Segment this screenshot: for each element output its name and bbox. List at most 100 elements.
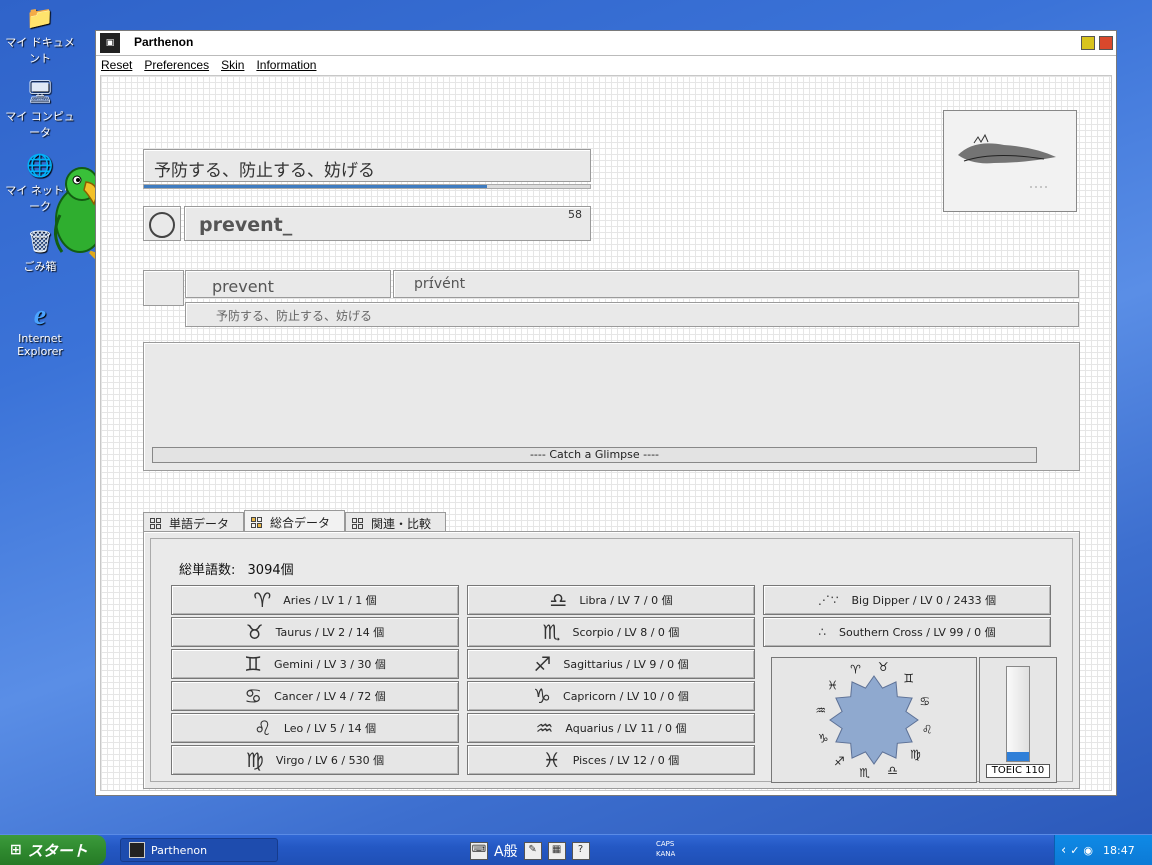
scorpio-icon: ♏ xyxy=(542,620,561,644)
title-bar[interactable]: ▣ Parthenon xyxy=(96,31,1116,56)
system-tray: ‹ ✓ ◉ 18:47 xyxy=(1054,835,1152,865)
sagittarius-icon: ♐ xyxy=(533,652,552,676)
tab-related-compare[interactable]: 関連・比較 xyxy=(345,512,447,533)
main-canvas: 予防する、防止する、妨げる prevent_ 58 prevent prɪ́vé… xyxy=(100,75,1112,791)
sketch-image-icon xyxy=(958,133,1056,188)
toeic-level-fill xyxy=(1007,751,1029,761)
toeic-meter: TOEIC 110 xyxy=(979,657,1057,783)
taskbar: ⊞ スタート Parthenon ⌨ A般 ✎ ▦ ? CAPS KANA ‹ … xyxy=(0,834,1152,865)
sign-capricorn-button[interactable]: ♑ Capricorn / LV 10 / 0 個 xyxy=(467,681,755,711)
correct-circle-icon xyxy=(149,212,175,238)
zodiac-wheel[interactable]: ♈ ♉ ♊ ♋ ♌ ♍ ♎ ♏ ♐ ♑ ♒ ♓ xyxy=(771,657,977,783)
word-image xyxy=(943,110,1077,212)
gemini-icon: ♊ xyxy=(244,652,262,676)
menu-skin[interactable]: Skin xyxy=(221,58,244,72)
taskbar-item-parthenon[interactable]: Parthenon xyxy=(120,838,278,862)
tab-word-data[interactable]: 単語データ xyxy=(143,512,245,533)
grid-icon xyxy=(352,517,364,529)
menu-preferences[interactable]: Preferences xyxy=(144,58,209,72)
sign-virgo-button[interactable]: ♍ Virgo / LV 6 / 530 個 xyxy=(171,745,459,775)
sign-aries-button[interactable]: ♈ Aries / LV 1 / 1 個 xyxy=(171,585,459,615)
keyboard-icon[interactable]: ⌨ xyxy=(470,842,488,860)
start-label: スタート xyxy=(27,841,88,860)
total-words: 総単語数: 3094個 xyxy=(179,559,294,578)
dictionary-icon[interactable]: ✎ xyxy=(523,842,542,860)
parthenon-window: ▣ Parthenon Reset Preferences Skin Infor… xyxy=(95,30,1117,796)
tab-label: 単語データ xyxy=(169,516,230,531)
question-count: 58 xyxy=(568,208,582,221)
capricorn-icon: ♑ xyxy=(533,684,552,708)
leo-icon: ♌ xyxy=(253,716,272,740)
sign-label: Southern Cross / LV 99 / 0 個 xyxy=(839,626,996,639)
answer-status xyxy=(143,206,181,241)
tab-label: 関連・比較 xyxy=(371,516,432,531)
zodiac-star-shape xyxy=(829,675,919,765)
southern-cross-button[interactable]: ∴ Southern Cross / LV 99 / 0 個 xyxy=(763,617,1051,647)
big-dipper-button[interactable]: ⋰∵ Big Dipper / LV 0 / 2433 個 xyxy=(763,585,1051,615)
wheel-sign-glyph: ♒ xyxy=(815,704,826,718)
wheel-sign-glyph: ♌ xyxy=(922,722,933,736)
answer-input[interactable]: prevent_ 58 xyxy=(184,206,591,241)
help-icon[interactable]: ? xyxy=(571,842,590,860)
minimize-button[interactable] xyxy=(1081,36,1095,50)
wheel-sign-glyph: ♐ xyxy=(834,754,845,768)
overall-data-panel: 総単語数: 3094個 ♈ Aries / LV 1 / 1 個 ♉ Tauru… xyxy=(143,531,1080,789)
tab-overall-data[interactable]: 総合データ xyxy=(244,510,346,533)
question-meaning: 予防する、防止する、妨げる xyxy=(143,149,591,182)
internet-explorer-icon: e xyxy=(33,300,47,331)
southern-cross-icon: ∴ xyxy=(818,625,828,639)
data-tabs: 単語データ 総合データ 関連・比較 xyxy=(143,510,447,533)
caps-kana-indicator: CAPS KANA xyxy=(656,839,675,859)
app-icon xyxy=(129,842,145,858)
total-words-value: 3094個 xyxy=(247,563,294,578)
aries-icon: ♈ xyxy=(253,588,272,612)
catch-a-glimpse-button[interactable]: ---- Catch a Glimpse ---- xyxy=(152,447,1037,463)
desktop-icon-my-computer[interactable]: 🖥 マイ コンピュータ xyxy=(0,78,80,140)
desktop-icon-internet-explorer[interactable]: e Internet Explorer xyxy=(0,300,80,358)
sign-sagittarius-button[interactable]: ♐ Sagittarius / LV 9 / 0 個 xyxy=(467,649,755,679)
sign-pisces-button[interactable]: ♓ Pisces / LV 12 / 0 個 xyxy=(467,745,755,775)
tray-app-icon[interactable]: ✓ xyxy=(1070,844,1079,857)
pad-icon[interactable]: ▦ xyxy=(547,842,566,860)
sign-cancer-button[interactable]: ♋ Cancer / LV 4 / 72 個 xyxy=(171,681,459,711)
wheel-sign-glyph: ♏ xyxy=(859,766,870,780)
sign-label: Libra / LV 7 / 0 個 xyxy=(579,594,673,607)
app-icon[interactable]: ▣ xyxy=(100,33,120,53)
tab-label: 総合データ xyxy=(270,515,331,530)
ime-toolbar: ⌨ A般 ✎ ▦ ? xyxy=(470,841,590,861)
sign-label: Pisces / LV 12 / 0 個 xyxy=(572,754,680,767)
sign-label: Capricorn / LV 10 / 0 個 xyxy=(563,690,689,703)
wheel-sign-glyph: ♋ xyxy=(919,695,930,709)
clock: 18:47 xyxy=(1103,843,1135,857)
sign-libra-button[interactable]: ♎ Libra / LV 7 / 0 個 xyxy=(467,585,755,615)
menu-reset[interactable]: Reset xyxy=(101,58,132,72)
wheel-sign-glyph: ♓ xyxy=(827,678,838,692)
wheel-sign-glyph: ♉ xyxy=(878,660,889,674)
sign-leo-button[interactable]: ♌ Leo / LV 5 / 14 個 xyxy=(171,713,459,743)
windows-logo-icon: ⊞ xyxy=(10,842,22,858)
ime-mode[interactable]: A般 xyxy=(494,841,518,861)
sign-aquarius-button[interactable]: ♒ Aquarius / LV 11 / 0 個 xyxy=(467,713,755,743)
big-dipper-icon: ⋰∵ xyxy=(817,593,840,607)
desktop-icon-label: Internet Explorer xyxy=(17,332,63,358)
sign-label: Scorpio / LV 8 / 0 個 xyxy=(572,626,680,639)
grid-icon xyxy=(251,516,263,528)
menu-bar: Reset Preferences Skin Information xyxy=(96,56,1116,74)
chevron-left-icon[interactable]: ‹ xyxy=(1061,843,1066,858)
start-button[interactable]: ⊞ スタート xyxy=(0,835,106,865)
toeic-label: TOEIC 110 xyxy=(986,764,1050,778)
zodiac-star-icon: ♈ ♉ ♊ ♋ ♌♍ ♎ ♏ ♐ ♑ ♒♓ xyxy=(815,660,933,780)
entry-word: prevent xyxy=(185,270,391,298)
quiz-progress-bar xyxy=(143,184,591,189)
sign-taurus-button[interactable]: ♉ Taurus / LV 2 / 14 個 xyxy=(171,617,459,647)
sign-scorpio-button[interactable]: ♏ Scorpio / LV 8 / 0 個 xyxy=(467,617,755,647)
answer-text: prevent_ xyxy=(199,214,293,236)
libra-icon: ♎ xyxy=(549,588,568,612)
desktop-icon-my-documents[interactable]: 📁 マイ ドキュメント xyxy=(0,4,80,66)
entry-marker[interactable] xyxy=(143,270,184,306)
entry-phonetic: prɪ́vént xyxy=(393,270,1079,298)
sign-gemini-button[interactable]: ♊ Gemini / LV 3 / 30 個 xyxy=(171,649,459,679)
menu-information[interactable]: Information xyxy=(256,58,316,72)
close-button[interactable] xyxy=(1099,36,1113,50)
tray-network-icon[interactable]: ◉ xyxy=(1083,844,1093,857)
